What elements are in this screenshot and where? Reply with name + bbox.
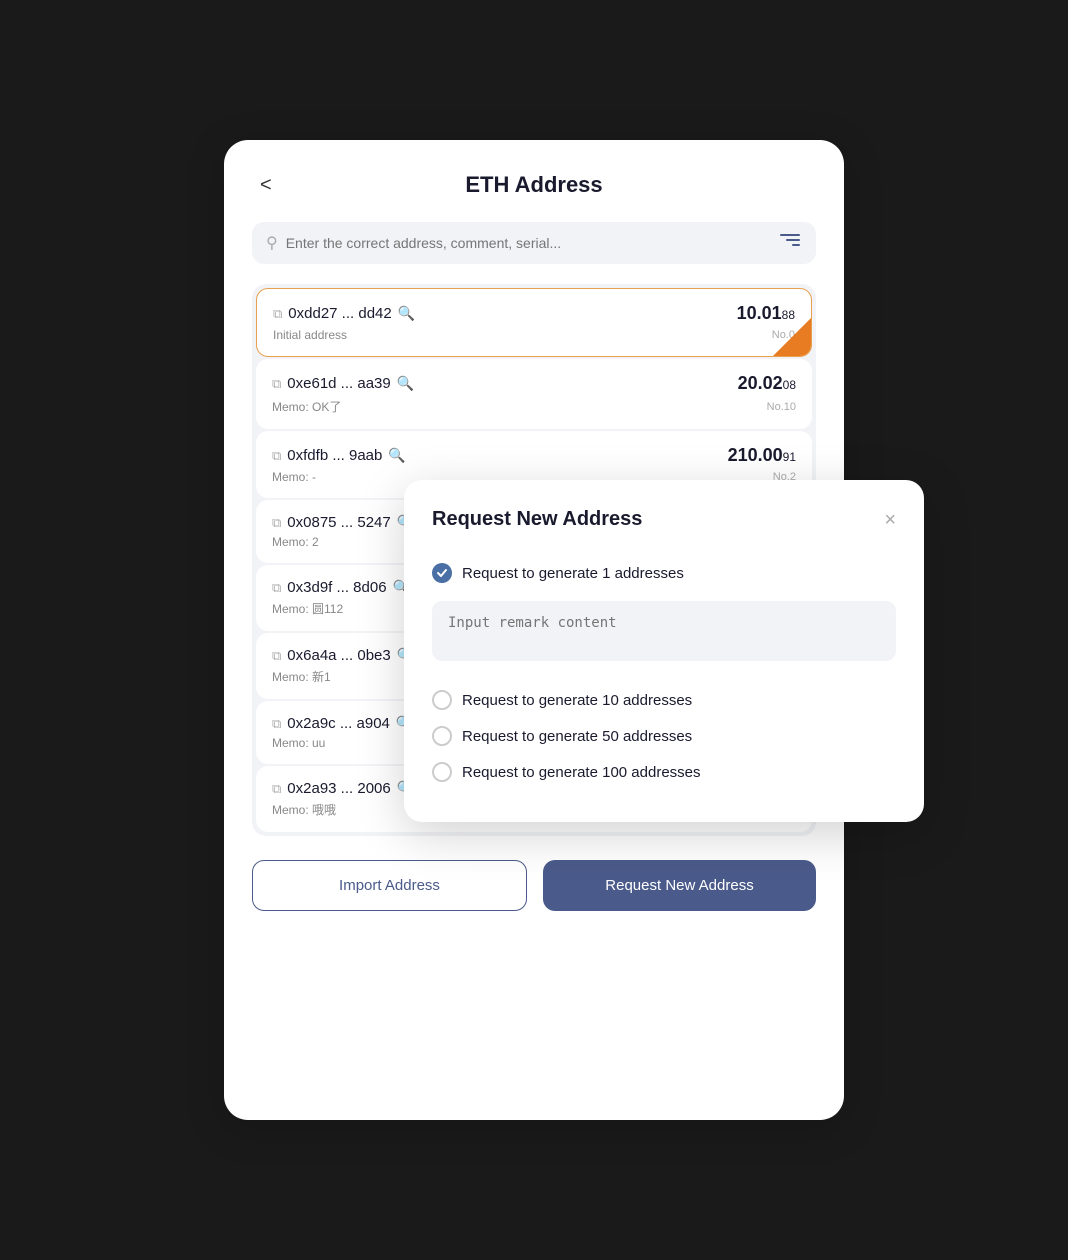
amount-2: 210.0091 [728,445,796,466]
address-no-1: No.10 [767,401,796,413]
address-label-2: Memo: - [272,470,316,484]
address-label-5: Memo: 新1 [272,668,331,685]
back-button[interactable]: < [252,170,280,201]
page-title: ETH Address [465,172,602,198]
header: < ETH Address [252,172,816,198]
address-text-0: 0xdd27 ... dd42 [288,305,391,322]
address-text-3: 0x0875 ... 5247 [287,514,390,531]
radio-label-3: Request to generate 50 addresses [462,728,692,745]
filter-button[interactable] [776,232,802,254]
search-icon: ⚲ [266,233,278,253]
main-card: < ETH Address ⚲ ⧉ 0xdd27 ... dd42 🔍 [224,140,844,1120]
address-text-1: 0xe61d ... aa39 [287,375,390,392]
search-bar: ⚲ [252,222,816,264]
address-item-1[interactable]: ⧉ 0xe61d ... aa39 🔍 20.0208 Memo: OK了 No… [256,359,812,429]
copy-icon-5: ⧉ [272,648,281,664]
request-new-address-button[interactable]: Request New Address [543,860,816,911]
search-input[interactable] [286,235,768,251]
modal-title: Request New Address [432,508,642,531]
radio-option-4[interactable]: Request to generate 100 addresses [432,754,896,790]
amount-1: 20.0208 [738,373,796,394]
filter-icon [778,234,800,252]
remark-input[interactable] [432,601,896,661]
scan-icon-2: 🔍 [388,447,405,464]
address-label-7: Memo: 哦哦 [272,801,336,818]
copy-icon-2: ⧉ [272,448,281,464]
address-label-1: Memo: OK了 [272,398,341,415]
address-item-0[interactable]: ⧉ 0xdd27 ... dd42 🔍 10.0188 Initial addr… [256,288,812,357]
address-text-5: 0x6a4a ... 0be3 [287,647,390,664]
copy-icon-1: ⧉ [272,376,281,392]
radio-option-2[interactable]: Request to generate 10 addresses [432,682,896,718]
address-text-4: 0x3d9f ... 8d06 [287,579,386,596]
address-label-3: Memo: 2 [272,535,319,549]
address-text-2: 0xfdfb ... 9aab [287,447,382,464]
radio-label-1: Request to generate 1 addresses [462,565,684,582]
copy-icon-6: ⧉ [272,716,281,732]
check-icon-1 [432,563,452,583]
import-address-button[interactable]: Import Address [252,860,527,911]
request-new-address-modal: Request New Address × Request to generat… [404,480,924,822]
bottom-buttons: Import Address Request New Address [252,860,816,911]
address-label-4: Memo: 圆112 [272,600,343,617]
radio-circle-2 [432,690,452,710]
active-badge-0 [773,318,811,356]
radio-option-1[interactable]: Request to generate 1 addresses [432,555,896,591]
modal-close-button[interactable]: × [884,510,896,530]
radio-circle-3 [432,726,452,746]
address-label-6: Memo: uu [272,736,325,750]
radio-circle-4 [432,762,452,782]
radio-option-3[interactable]: Request to generate 50 addresses [432,718,896,754]
address-text-7: 0x2a93 ... 2006 [287,780,390,797]
radio-label-4: Request to generate 100 addresses [462,764,701,781]
copy-icon-3: ⧉ [272,515,281,531]
address-label-0: Initial address [273,328,347,342]
address-text-6: 0x2a9c ... a904 [287,715,390,732]
modal-header: Request New Address × [432,508,896,531]
copy-icon-0: ⧉ [273,306,282,322]
copy-icon-4: ⧉ [272,580,281,596]
scan-icon-1: 🔍 [397,375,414,392]
scan-icon-0: 🔍 [398,305,415,322]
copy-icon-7: ⧉ [272,781,281,797]
radio-label-2: Request to generate 10 addresses [462,692,692,709]
